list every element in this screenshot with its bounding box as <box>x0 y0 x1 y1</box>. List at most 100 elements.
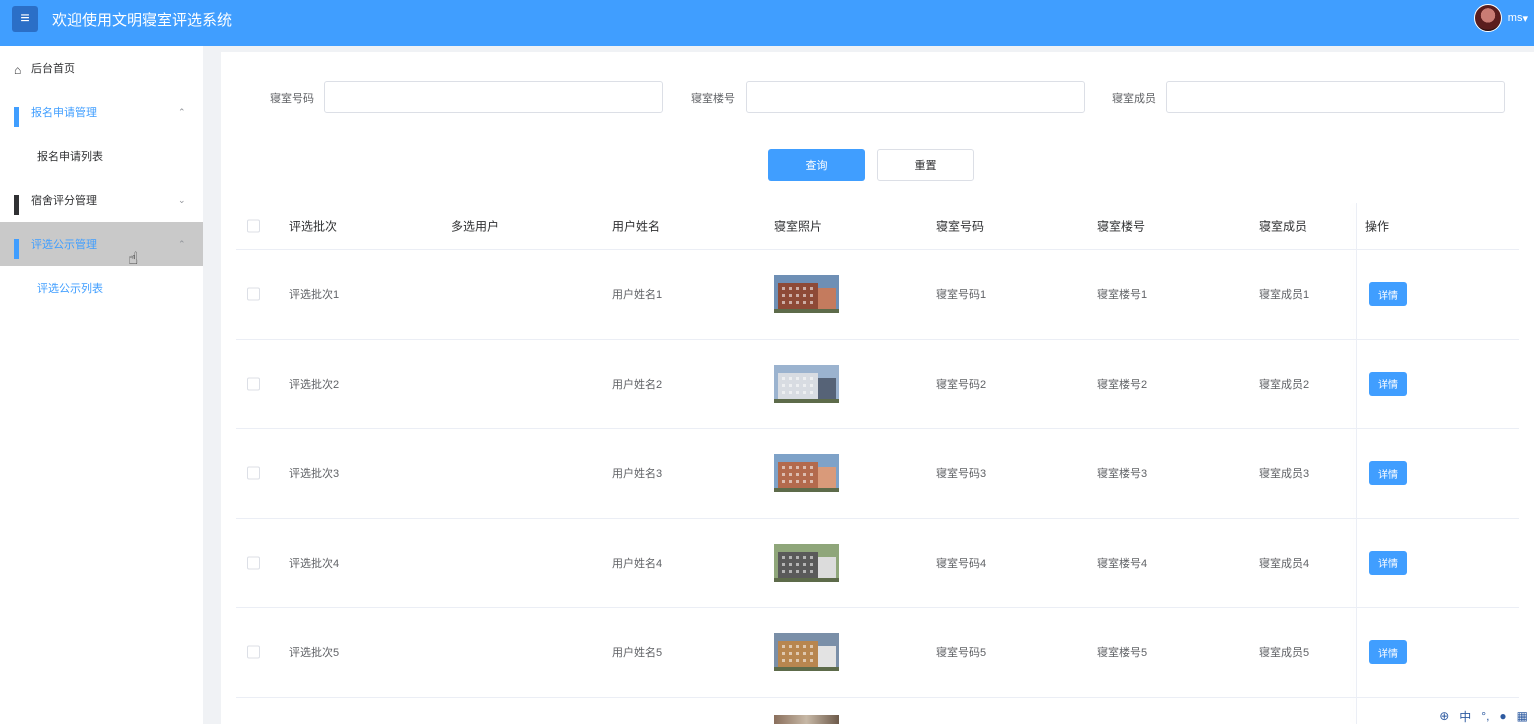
reset-button[interactable]: 重置 <box>877 149 974 181</box>
grid-icon <box>14 194 25 215</box>
cell-members: 寝室成员5 <box>1259 647 1310 660</box>
cell-batch: 评选批次2 <box>289 378 340 391</box>
cell-name: 用户姓名1 <box>612 289 663 302</box>
detail-button[interactable]: 详情 <box>1369 371 1407 396</box>
menu-icon: ≡ <box>20 10 30 27</box>
sidebar-item-application-list[interactable]: 报名申请列表 <box>0 134 203 178</box>
app-title: 欢迎使用文明寝室评选系统 <box>52 12 233 29</box>
sidebar-item-label: 宿舍评分管理 <box>31 195 97 207</box>
detail-button[interactable]: 详情 <box>1369 282 1407 307</box>
cell-batch: 评选批次5 <box>289 647 340 660</box>
dorm-photo[interactable] <box>774 364 839 403</box>
detail-button[interactable]: 详情 <box>1369 640 1407 665</box>
top-header: ≡ 欢迎使用文明寝室评选系统 ms ▾ <box>0 0 1534 46</box>
sidebar-item-label: 后台首页 <box>31 63 75 75</box>
query-button[interactable]: 查询 <box>768 149 865 181</box>
dorm-photo[interactable] <box>774 275 839 314</box>
cell-members: 寝室成员4 <box>1259 557 1310 570</box>
table-header: 评选批次 多选用户 用户姓名 寝室照片 寝室号码 寝室楼号 寝室成员 操作 <box>236 203 1519 250</box>
column-header: 多选用户 <box>451 219 500 234</box>
sidebar-item-announcement-management[interactable]: 评选公示管理 ⌃ <box>0 222 203 266</box>
dorm-photo[interactable] <box>774 633 839 672</box>
apps-icon[interactable]: ▦ <box>1517 709 1528 723</box>
cell-members: 寝室成员2 <box>1259 378 1310 391</box>
row-checkbox[interactable] <box>247 377 260 391</box>
cell-batch: 评选批次1 <box>289 289 340 302</box>
row-checkbox[interactable] <box>247 645 260 659</box>
table-row: 评选批次5 用户姓名5 寝室号码5 寝室楼号5 寝室成员5 详情 <box>236 608 1519 698</box>
cell-building: 寝室楼号4 <box>1097 557 1148 570</box>
cell-building: 寝室楼号1 <box>1097 289 1148 302</box>
sidebar-item-announcement-list[interactable]: 评选公示列表 <box>0 266 203 310</box>
table-row: 评选批次1 用户姓名1 寝室号码1 寝室楼号1 寝室成员1 详情 <box>236 250 1519 340</box>
building-label: 寝室楼号 <box>691 93 735 105</box>
column-header: 用户姓名 <box>612 219 661 234</box>
cell-batch: 评选批次3 <box>289 468 340 481</box>
dorm-photo[interactable] <box>774 454 839 493</box>
hand-cursor-icon: ☝ <box>128 249 139 268</box>
sidebar-item-application-management[interactable]: 报名申请管理 ⌃ <box>0 90 203 134</box>
cell-room: 寝室号码1 <box>936 289 987 302</box>
data-table: 评选批次 多选用户 用户姓名 寝室照片 寝室号码 寝室楼号 寝室成员 操作 评选… <box>236 203 1519 724</box>
table-row: 评选批次2 用户姓名2 寝室号码2 寝室楼号2 寝室成员2 详情 <box>236 340 1519 429</box>
cell-members: 寝室成员3 <box>1259 468 1310 481</box>
cell-members: 寝室成员1 <box>1259 289 1310 302</box>
row-checkbox[interactable] <box>247 287 260 301</box>
table-row: 评选批次3 用户姓名3 寝室号码3 寝室楼号3 寝室成员3 详情 <box>236 429 1519 519</box>
column-header: 评选批次 <box>289 219 338 234</box>
column-header: 操作 <box>1365 219 1390 234</box>
cell-name: 用户姓名4 <box>612 557 663 570</box>
user-menu[interactable]: ms ▾ <box>1473 4 1528 32</box>
sidebar: ⌂ 后台首页 报名申请管理 ⌃ 报名申请列表 宿舍评分管理 ⌄ 评选公示管理 ⌃… <box>0 46 203 724</box>
select-all-checkbox[interactable] <box>247 219 260 233</box>
dorm-photo[interactable] <box>774 543 839 582</box>
column-header: 寝室楼号 <box>1097 219 1146 234</box>
column-header: 寝室照片 <box>774 219 823 234</box>
grid-icon <box>14 106 25 127</box>
room-number-label: 寝室号码 <box>270 93 314 105</box>
detail-button[interactable]: 详情 <box>1369 461 1407 486</box>
cell-building: 寝室楼号5 <box>1097 647 1148 660</box>
home-icon: ⌂ <box>14 62 22 77</box>
menu-toggle-button[interactable]: ≡ <box>12 6 38 32</box>
sidebar-item-label: 评选公示管理 <box>31 239 97 251</box>
chevron-down-icon: ▾ <box>1522 12 1528 25</box>
chevron-up-icon: ⌃ <box>178 106 186 117</box>
cell-name: 用户姓名5 <box>612 647 663 660</box>
chevron-down-icon: ⌄ <box>178 194 186 205</box>
cell-room: 寝室号码5 <box>936 647 987 660</box>
main-content: 寝室号码 寝室楼号 寝室成员 查询 重置 评选批次 多选用户 用户姓名 寝室照片… <box>221 52 1534 724</box>
members-label: 寝室成员 <box>1112 93 1156 105</box>
grid-icon <box>14 238 25 259</box>
sidebar-item-home[interactable]: ⌂ 后台首页 <box>0 46 203 90</box>
sidebar-item-dorm-score-management[interactable]: 宿舍评分管理 ⌄ <box>0 178 203 222</box>
cell-name: 用户姓名3 <box>612 468 663 481</box>
cell-building: 寝室楼号2 <box>1097 378 1148 391</box>
column-header: 寝室成员 <box>1259 219 1308 234</box>
members-input[interactable] <box>1166 81 1505 113</box>
table-row: 评选批次4 用户姓名4 寝室号码4 寝室楼号4 寝室成员4 详情 <box>236 519 1519 608</box>
ime-language[interactable]: 中 <box>1459 708 1471 724</box>
cell-room: 寝室号码3 <box>936 468 987 481</box>
chevron-up-icon: ⌃ <box>178 238 186 249</box>
building-input[interactable] <box>746 81 1085 113</box>
avatar[interactable] <box>1473 4 1502 32</box>
cell-building: 寝室楼号3 <box>1097 468 1148 481</box>
user-name: ms <box>1507 12 1523 24</box>
filter-row: 寝室号码 寝室楼号 寝室成员 <box>221 81 1534 113</box>
cell-batch: 评选批次4 <box>289 557 340 570</box>
system-tray: ⊕ 中 °, ● ▦ <box>1439 708 1528 724</box>
mic-icon[interactable]: ● <box>1499 709 1506 723</box>
cell-name: 用户姓名2 <box>612 378 663 391</box>
cell-room: 寝室号码2 <box>936 378 987 391</box>
row-checkbox[interactable] <box>247 556 260 570</box>
ime-icon[interactable]: ⊕ <box>1439 709 1449 723</box>
detail-button[interactable]: 详情 <box>1369 550 1407 575</box>
column-header: 寝室号码 <box>936 219 985 234</box>
cell-room: 寝室号码4 <box>936 557 987 570</box>
dorm-photo-partial <box>774 715 839 724</box>
sidebar-item-label: 报名申请管理 <box>31 107 97 119</box>
room-number-input[interactable] <box>324 81 663 113</box>
punctuation-icon[interactable]: °, <box>1481 709 1489 723</box>
row-checkbox[interactable] <box>247 466 260 480</box>
